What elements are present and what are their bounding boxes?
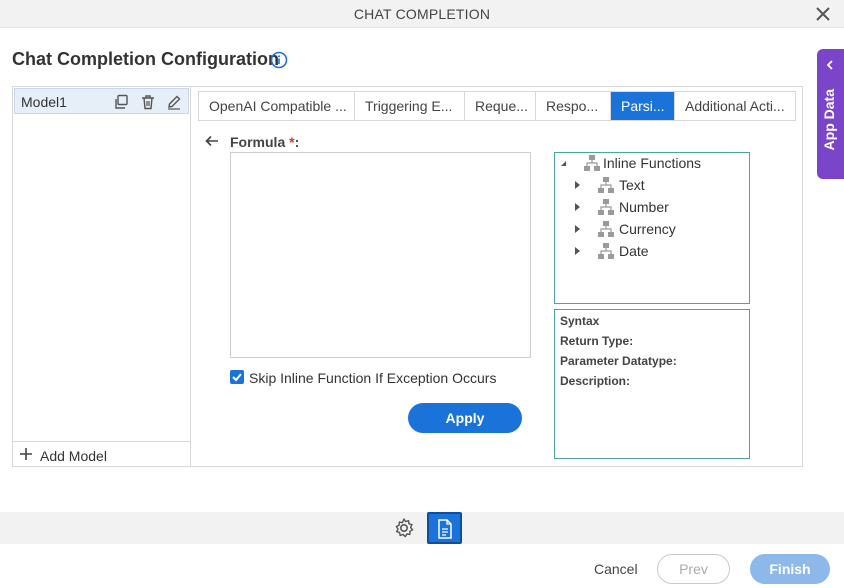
model-name: Model1	[21, 94, 67, 110]
model-list-panel: Model1 Add Model	[12, 86, 191, 467]
copy-icon[interactable]	[113, 94, 129, 110]
return-type-label: Return Type:	[560, 334, 634, 348]
tab-bar: OpenAI Compatible ... Triggering E... Re…	[198, 91, 796, 121]
tab-triggering-events[interactable]: Triggering E...	[355, 92, 465, 120]
delete-icon[interactable]	[140, 94, 156, 110]
expand-triangle-icon[interactable]	[572, 180, 582, 190]
expand-triangle-icon[interactable]	[572, 224, 582, 234]
tree-node-inline-functions[interactable]: Inline Functions	[555, 153, 749, 173]
formula-label-text: Formula	[230, 134, 286, 150]
syntax-panel: Syntax Return Type: Parameter Datatype: …	[554, 309, 750, 459]
tab-parsing[interactable]: Parsi...	[611, 92, 675, 120]
add-model-label: Add Model	[40, 448, 107, 464]
tree-node-text[interactable]: Text	[555, 175, 749, 195]
document-icon	[438, 519, 452, 539]
tab-response[interactable]: Respo...	[536, 92, 611, 120]
app-data-tab[interactable]: App Data	[817, 49, 844, 179]
hierarchy-icon	[598, 221, 614, 237]
tree-node-label: Date	[619, 243, 649, 259]
finish-button[interactable]: Finish	[750, 554, 830, 584]
app-data-label: App Data	[821, 89, 837, 151]
syntax-label: Syntax	[560, 314, 600, 328]
chevron-left-icon	[826, 60, 833, 70]
inline-functions-tree: Inline Functions Text Number Currency Da…	[554, 152, 750, 304]
back-arrow-icon[interactable]	[204, 133, 220, 149]
tree-node-currency[interactable]: Currency	[555, 219, 749, 239]
skip-exception-checkbox[interactable]	[230, 370, 244, 384]
apply-button[interactable]: Apply	[408, 403, 522, 433]
check-icon	[232, 373, 242, 382]
model-list-item[interactable]: Model1	[14, 88, 189, 114]
hierarchy-icon	[598, 199, 614, 215]
window-title: CHAT COMPLETION	[353, 6, 491, 22]
page-title: Chat Completion Configuration	[12, 49, 279, 69]
gear-icon[interactable]	[393, 517, 415, 539]
tree-node-label: Number	[619, 199, 669, 215]
description-label: Description:	[560, 374, 631, 388]
add-model-button[interactable]: Add Model	[12, 441, 190, 467]
cancel-button[interactable]: Cancel	[594, 561, 638, 577]
plus-icon	[20, 448, 32, 460]
tab-additional-actions[interactable]: Additional Acti...	[675, 92, 795, 120]
hierarchy-icon	[598, 177, 614, 193]
footer-toolbar	[0, 512, 844, 544]
close-icon[interactable]	[814, 5, 832, 23]
expand-triangle-icon[interactable]	[572, 202, 582, 212]
collapse-triangle-icon[interactable]	[558, 158, 568, 168]
tree-node-label: Inline Functions	[603, 155, 702, 171]
tree-node-label: Currency	[619, 221, 676, 237]
skip-exception-label: Skip Inline Function If Exception Occurs	[249, 370, 497, 386]
title-bar: CHAT COMPLETION	[0, 0, 844, 28]
tree-node-label: Text	[619, 177, 645, 193]
tab-openai-compatible[interactable]: OpenAI Compatible ...	[199, 92, 355, 120]
tab-request[interactable]: Reque...	[465, 92, 536, 120]
tree-node-date[interactable]: Date	[555, 241, 749, 261]
document-preview-button[interactable]	[427, 512, 462, 544]
formula-label: Formula *:	[230, 134, 299, 150]
formula-label-colon: :	[294, 134, 300, 150]
edit-icon[interactable]	[166, 94, 182, 110]
hierarchy-icon	[598, 243, 614, 259]
tree-node-number[interactable]: Number	[555, 197, 749, 217]
parameter-datatype-label: Parameter Datatype:	[560, 354, 677, 368]
expand-triangle-icon[interactable]	[572, 246, 582, 256]
formula-textarea[interactable]	[230, 152, 531, 358]
info-icon[interactable]	[270, 51, 288, 69]
prev-button[interactable]: Prev	[657, 554, 730, 584]
hierarchy-icon	[584, 155, 600, 171]
